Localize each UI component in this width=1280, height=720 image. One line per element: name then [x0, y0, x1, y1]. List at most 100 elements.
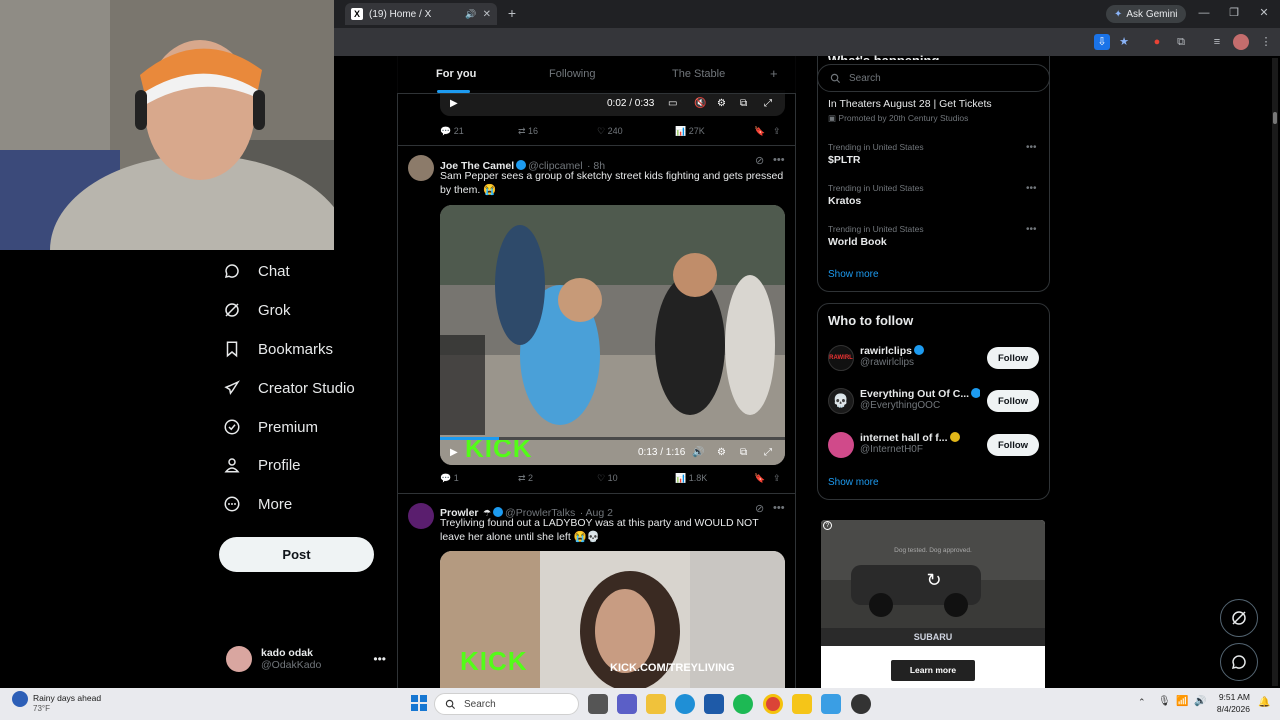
notification-icon[interactable]: 🔔	[1258, 697, 1270, 708]
bookmark-star-icon[interactable]: ★	[1116, 34, 1132, 50]
grok-float-button[interactable]	[1220, 599, 1258, 637]
tab-the-stable[interactable]: The Stable	[672, 68, 725, 80]
suggested-account[interactable]: Everything Out Of C... @EverythingOOC	[860, 388, 980, 411]
app-icon[interactable]	[792, 694, 812, 714]
task-view-icon[interactable]	[588, 694, 608, 714]
tweet-video[interactable]: KICK KICK.COM/TREYLIVING	[440, 551, 785, 688]
profile-avatar-icon[interactable]	[1233, 34, 1249, 50]
grok-icon[interactable]: ⊘	[755, 154, 764, 167]
trend-name[interactable]: $PLTR	[828, 154, 860, 166]
nav-premium[interactable]: Premium	[220, 411, 318, 443]
like-button[interactable]: ♡ 240	[597, 126, 623, 137]
settings-icon[interactable]: ⚙	[717, 447, 726, 458]
ad-banner[interactable]: Dog tested. Dog approved. ↻ SUBARU Learn…	[821, 520, 1045, 688]
ad-info-icon[interactable]: ?	[823, 521, 832, 530]
media-controls-icon[interactable]: ≡	[1209, 34, 1225, 50]
browser-menu-icon[interactable]: ⋮	[1258, 34, 1274, 50]
scrollbar[interactable]	[1272, 58, 1278, 686]
file-explorer-icon[interactable]	[646, 694, 666, 714]
reply-button[interactable]: 💬 1	[440, 473, 459, 484]
trend-name[interactable]: World Book	[828, 236, 887, 248]
windows-start-icon[interactable]	[411, 695, 427, 711]
bookmark-button[interactable]: 🔖	[754, 473, 765, 484]
tweet-video[interactable]: KICK ▶ 0:13 / 1:16 🔊 ⚙ ⧉ ⤢	[440, 205, 785, 465]
play-icon[interactable]: ▶	[450, 98, 458, 109]
weather-icon[interactable]	[12, 691, 28, 707]
repost-button[interactable]: ⇄ 2	[518, 473, 533, 484]
volume-icon[interactable]: 🔊	[1194, 696, 1206, 707]
more-dots-icon[interactable]: •••	[773, 502, 785, 514]
install-app-icon[interactable]: ⇩	[1094, 34, 1110, 50]
extensions-icon[interactable]: ⧉	[1173, 34, 1189, 50]
more-dots-icon[interactable]: •••	[1026, 224, 1037, 235]
reply-button[interactable]: 💬 21	[440, 126, 464, 137]
avatar[interactable]	[408, 503, 434, 529]
pip-icon[interactable]: ⧉	[740, 98, 747, 109]
obs-icon[interactable]	[851, 694, 871, 714]
learn-more-button[interactable]: Learn more	[891, 660, 975, 681]
clock-time[interactable]: 9:51 AM	[1214, 692, 1250, 702]
avatar[interactable]	[408, 155, 434, 181]
scrollbar-thumb[interactable]	[1273, 112, 1277, 124]
follow-button[interactable]: Follow	[987, 347, 1039, 369]
pip-icon[interactable]: ⧉	[740, 447, 747, 458]
suggested-account[interactable]: rawirlclips @rawirlclips	[860, 345, 980, 368]
follow-button[interactable]: Follow	[987, 434, 1039, 456]
replay-icon[interactable]: ↻	[923, 570, 945, 592]
share-button[interactable]: ⇪	[773, 126, 781, 137]
photos-icon[interactable]	[821, 694, 841, 714]
edge-icon[interactable]	[675, 694, 695, 714]
views-button[interactable]: 📊 1.8K	[675, 473, 707, 484]
tray-overflow-icon[interactable]: ⌃	[1138, 697, 1146, 708]
play-icon[interactable]: ▶	[450, 447, 458, 458]
avatar[interactable]: RAWIRL	[828, 345, 854, 371]
close-tab-icon[interactable]: ✕	[483, 9, 491, 20]
nav-chat[interactable]: Chat	[220, 255, 290, 287]
promo-title[interactable]: In Theaters August 28 | Get Tickets	[828, 98, 992, 110]
avatar[interactable]	[828, 432, 854, 458]
teams-icon[interactable]	[617, 694, 637, 714]
weather-title[interactable]: Rainy days ahead	[33, 693, 101, 703]
restore-icon[interactable]: ❐	[1224, 5, 1244, 21]
new-tab-button[interactable]: +	[504, 5, 520, 21]
nav-more[interactable]: More	[220, 488, 292, 520]
wifi-icon[interactable]: 📶	[1176, 696, 1188, 707]
chrome-icon[interactable]	[763, 694, 783, 714]
more-dots-icon[interactable]: •••	[773, 154, 785, 166]
ask-gemini-button[interactable]: ✦ Ask Gemini	[1106, 5, 1186, 23]
suggested-account[interactable]: internet hall of f... @InternetH0F	[860, 432, 980, 455]
add-tab-button[interactable]: +	[770, 66, 778, 81]
show-more-link[interactable]: Show more	[828, 269, 879, 280]
nav-grok[interactable]: Grok	[220, 294, 291, 326]
volume-icon[interactable]: 🔊	[692, 447, 704, 458]
captions-icon[interactable]: ▭	[668, 98, 677, 109]
extension-record-icon[interactable]: ●	[1149, 34, 1165, 50]
close-window-icon[interactable]: ✕	[1254, 5, 1274, 21]
nav-bookmarks[interactable]: Bookmarks	[220, 333, 333, 365]
store-icon[interactable]	[704, 694, 724, 714]
spotify-icon[interactable]	[733, 694, 753, 714]
taskbar-search[interactable]: Search	[434, 693, 579, 715]
browser-tab[interactable]: X (19) Home / X 🔊 ✕	[345, 3, 497, 25]
settings-icon[interactable]: ⚙	[717, 98, 726, 109]
follow-button[interactable]: Follow	[987, 390, 1039, 412]
speaker-icon[interactable]: 🔊	[465, 9, 476, 20]
account-switcher[interactable]: kado odak @OdakKado •••	[226, 643, 386, 675]
tab-for-you[interactable]: For you	[436, 68, 476, 80]
nav-creator-studio[interactable]: Creator Studio	[220, 372, 355, 404]
trend-name[interactable]: Kratos	[828, 195, 861, 207]
grok-icon[interactable]: ⊘	[755, 502, 764, 515]
avatar[interactable]: 💀	[828, 388, 854, 414]
mute-icon[interactable]: 🔇	[694, 98, 706, 109]
messages-float-button[interactable]	[1220, 643, 1258, 681]
minimize-icon[interactable]: —	[1194, 5, 1214, 21]
views-button[interactable]: 📊 27K	[675, 126, 705, 137]
share-button[interactable]: ⇪	[773, 473, 781, 484]
like-button[interactable]: ♡ 10	[597, 473, 618, 484]
fullscreen-icon[interactable]: ⤢	[764, 447, 772, 458]
show-more-link[interactable]: Show more	[828, 477, 879, 488]
tab-following[interactable]: Following	[549, 68, 595, 80]
fullscreen-icon[interactable]: ⤢	[764, 98, 772, 109]
clock-date[interactable]: 8/4/2026	[1206, 704, 1250, 714]
search-input[interactable]: Search	[817, 64, 1050, 92]
